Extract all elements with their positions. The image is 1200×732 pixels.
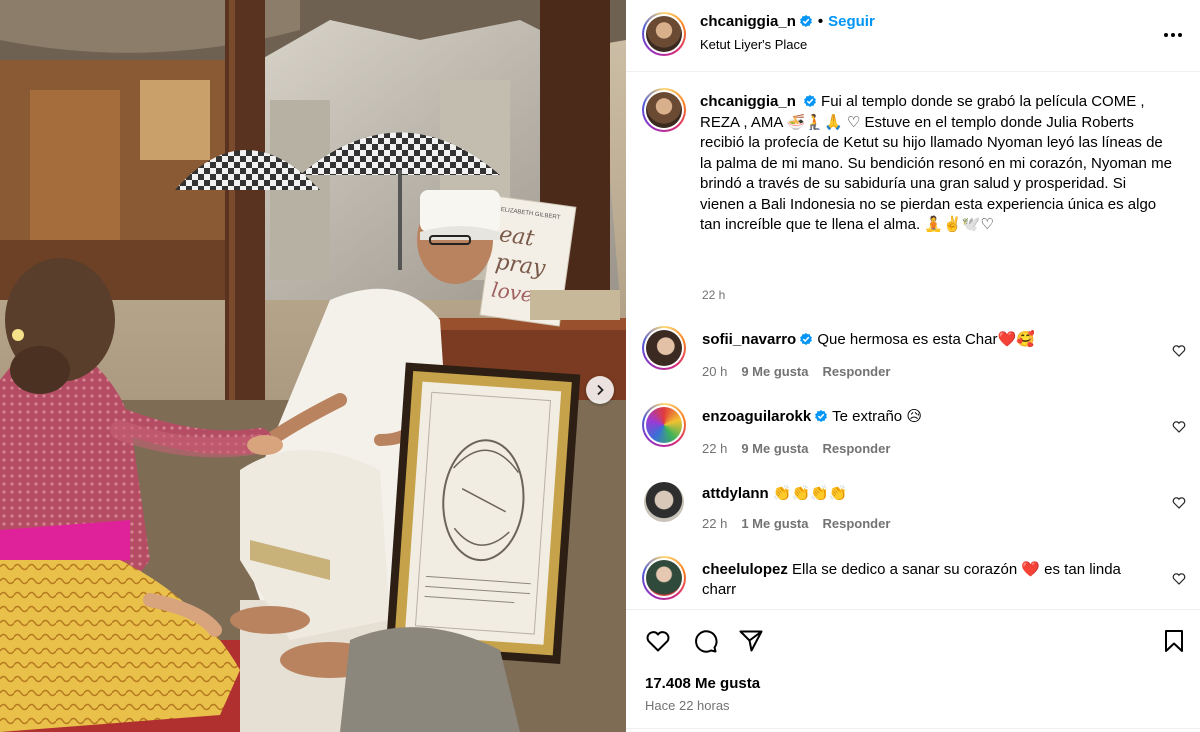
follow-button[interactable]: Seguir xyxy=(828,13,875,30)
post-timestamp: Hace 22 horas xyxy=(645,698,730,713)
comment-body: enzoaguilarokk Te extraño 😥 xyxy=(702,407,1142,427)
commenter-avatar[interactable] xyxy=(642,403,686,447)
heart-icon[interactable] xyxy=(1172,496,1186,510)
commenter-username[interactable]: enzoaguilarokk xyxy=(702,408,811,425)
heart-icon[interactable] xyxy=(1172,420,1186,434)
heart-icon[interactable] xyxy=(645,628,671,654)
commenter-username[interactable]: cheelulopez xyxy=(702,561,788,578)
post-detail-panel: chcaniggia_n • Seguir Ketut Liyer's Place … xyxy=(626,0,1200,732)
post-actions: 17.408 Me gusta Hace 22 horas xyxy=(626,609,1200,732)
reply-button[interactable]: Responder xyxy=(823,516,891,531)
paper-plane-icon[interactable] xyxy=(738,628,764,654)
header-separator: • xyxy=(817,13,824,30)
caption-timestamp: 22 h xyxy=(702,288,726,302)
comment-time: 20 h xyxy=(702,364,728,379)
comment-body: attdylann 👏👏👏👏 xyxy=(702,484,1142,504)
comment-text: 👏👏👏👏 xyxy=(772,485,848,502)
author-avatar[interactable] xyxy=(642,12,686,56)
comment-time: 22 h xyxy=(702,516,728,531)
comment-meta: 22 h 1 Me gusta Responder xyxy=(702,516,904,531)
caption-text-block: chcaniggia_n Fui al templo donde se grab… xyxy=(700,92,1174,236)
post-photo[interactable]: ELIZABETH GILBERT eat pray love xyxy=(0,0,626,732)
comment-body: cheelulopez Ella se dedico a sanar su co… xyxy=(702,560,1142,600)
commenter-avatar[interactable] xyxy=(642,326,686,370)
heart-icon[interactable] xyxy=(1172,572,1186,586)
temple-scene-illustration: ELIZABETH GILBERT eat pray love xyxy=(0,0,626,732)
bookmark-icon[interactable] xyxy=(1161,628,1187,654)
verified-badge-icon xyxy=(815,410,828,422)
comment-bubble-icon[interactable] xyxy=(692,628,718,654)
comment-likes[interactable]: 1 Me gusta xyxy=(741,516,808,531)
more-options-icon[interactable] xyxy=(1160,22,1186,48)
comment-meta: 22 h 9 Me gusta Responder xyxy=(702,441,904,456)
likes-count[interactable]: 17.408 Me gusta xyxy=(645,675,760,692)
reply-button[interactable]: Responder xyxy=(823,364,891,379)
caption-body: Fui al templo donde se grabó la película… xyxy=(700,93,1172,233)
comment-text: Que hermosa es esta Char❤️🥰 xyxy=(817,331,1035,348)
comment-likes[interactable]: 9 Me gusta xyxy=(741,441,808,456)
heart-icon[interactable] xyxy=(1172,344,1186,358)
comment-meta: 20 h 9 Me gusta Responder xyxy=(702,364,904,379)
location-link[interactable]: Ketut Liyer's Place xyxy=(700,37,807,52)
reply-button[interactable]: Responder xyxy=(823,441,891,456)
comment-likes[interactable]: 9 Me gusta xyxy=(741,364,808,379)
comment-text: Te extraño 😥 xyxy=(832,408,922,425)
caption-author-username[interactable]: chcaniggia_n xyxy=(700,93,796,110)
verified-badge-icon xyxy=(800,333,813,345)
divider xyxy=(626,728,1200,729)
next-photo-button[interactable] xyxy=(586,376,614,404)
book-title-eat: eat xyxy=(498,222,536,252)
comment-body: sofii_navarro Que hermosa es esta Char❤️… xyxy=(702,330,1142,350)
post-header: chcaniggia_n • Seguir Ketut Liyer's Place xyxy=(626,0,1200,72)
commenter-avatar[interactable] xyxy=(644,482,684,522)
commenter-username[interactable]: attdylann xyxy=(702,485,769,502)
chevron-right-icon xyxy=(597,384,604,396)
commenter-avatar[interactable] xyxy=(642,556,686,600)
commenter-username[interactable]: sofii_navarro xyxy=(702,331,796,348)
caption-author-avatar[interactable] xyxy=(642,88,686,132)
comment-time: 22 h xyxy=(702,441,728,456)
author-username[interactable]: chcaniggia_n xyxy=(700,13,796,30)
verified-badge-icon xyxy=(799,15,812,27)
verified-badge-icon xyxy=(803,95,816,107)
